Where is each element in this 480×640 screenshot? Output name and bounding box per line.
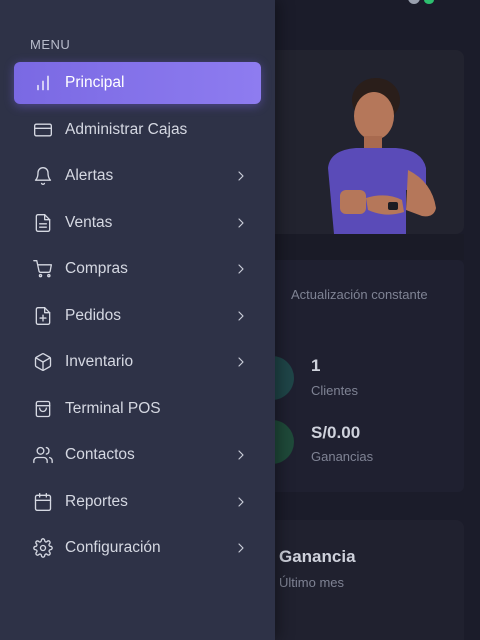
clients-label: Clientes	[311, 383, 358, 398]
chevron-right-icon	[233, 168, 249, 184]
users-icon	[32, 444, 54, 466]
shopping-bag-icon	[32, 398, 54, 420]
sidebar-item-compras[interactable]: Compras	[14, 248, 261, 290]
sidebar-item-label: Contactos	[65, 446, 135, 463]
credit-card-icon	[32, 119, 54, 141]
sidebar-item-label: Pedidos	[65, 306, 122, 324]
shopping-cart-icon	[32, 258, 54, 280]
sidebar-item-pedidos[interactable]: Pedidos	[14, 295, 261, 337]
chevron-right-icon	[233, 354, 249, 370]
earnings-label: Ganancias	[311, 449, 374, 464]
sidebar-item-label: Compras	[65, 260, 128, 277]
sidebar-item-principal[interactable]: Principal	[14, 62, 261, 104]
chevron-right-icon	[233, 540, 249, 556]
file-plus-icon	[32, 305, 54, 327]
chevron-right-icon	[233, 308, 249, 324]
file-text-icon	[32, 212, 54, 234]
box-icon	[32, 351, 54, 373]
bell-icon	[32, 165, 54, 187]
sidebar-item-label: Principal	[65, 74, 125, 91]
sidebar-item-alertas[interactable]: Alertas	[14, 155, 261, 197]
sidebar-item-inventario[interactable]: Inventario	[14, 341, 261, 383]
sidebar-item-configuracion[interactable]: Configuración	[14, 527, 261, 569]
sidebar-nav: Principal Administrar Cajas Alertas Vent…	[14, 62, 261, 574]
sidebar-item-label: Reportes	[65, 492, 128, 510]
earnings-amount: S/0.00	[311, 423, 361, 442]
card-divider	[256, 234, 464, 260]
sidebar-item-label: Configuración	[65, 539, 161, 556]
sidebar-item-label: Inventario	[65, 353, 134, 370]
gain-card-title: Ganancia	[279, 547, 356, 566]
sidebar-item-contactos[interactable]: Contactos	[14, 434, 261, 476]
sidebar-item-terminal-pos[interactable]: Terminal POS	[14, 388, 261, 430]
chevron-right-icon	[233, 261, 249, 277]
sidebar-item-label: Ventas	[65, 213, 113, 231]
settings-icon	[32, 537, 54, 559]
hero-caption: Actualización constante	[291, 287, 428, 302]
sidebar: MENU Principal Administrar Cajas Alertas	[0, 0, 275, 640]
welcome-card	[256, 50, 464, 234]
online-status-dot	[424, 0, 434, 4]
chevron-right-icon	[233, 215, 249, 231]
bar-chart-icon	[32, 72, 54, 94]
sidebar-item-label: Alertas	[65, 167, 114, 184]
user-avatar[interactable]	[408, 0, 420, 4]
clients-count: 1	[311, 356, 321, 375]
sidebar-item-ventas[interactable]: Ventas	[14, 202, 261, 244]
sidebar-item-label: Administrar Cajas	[65, 120, 188, 138]
gain-card-subtitle: Último mes	[279, 575, 345, 590]
chevron-right-icon	[233, 494, 249, 510]
sidebar-item-reportes[interactable]: Reportes	[14, 481, 261, 523]
sidebar-item-label: Terminal POS	[65, 399, 161, 417]
chevron-right-icon	[233, 447, 249, 463]
menu-heading: MENU	[30, 37, 71, 52]
calendar-icon	[32, 491, 54, 513]
sidebar-item-administrar-cajas[interactable]: Administrar Cajas	[14, 109, 261, 151]
character-illustration	[328, 78, 436, 234]
